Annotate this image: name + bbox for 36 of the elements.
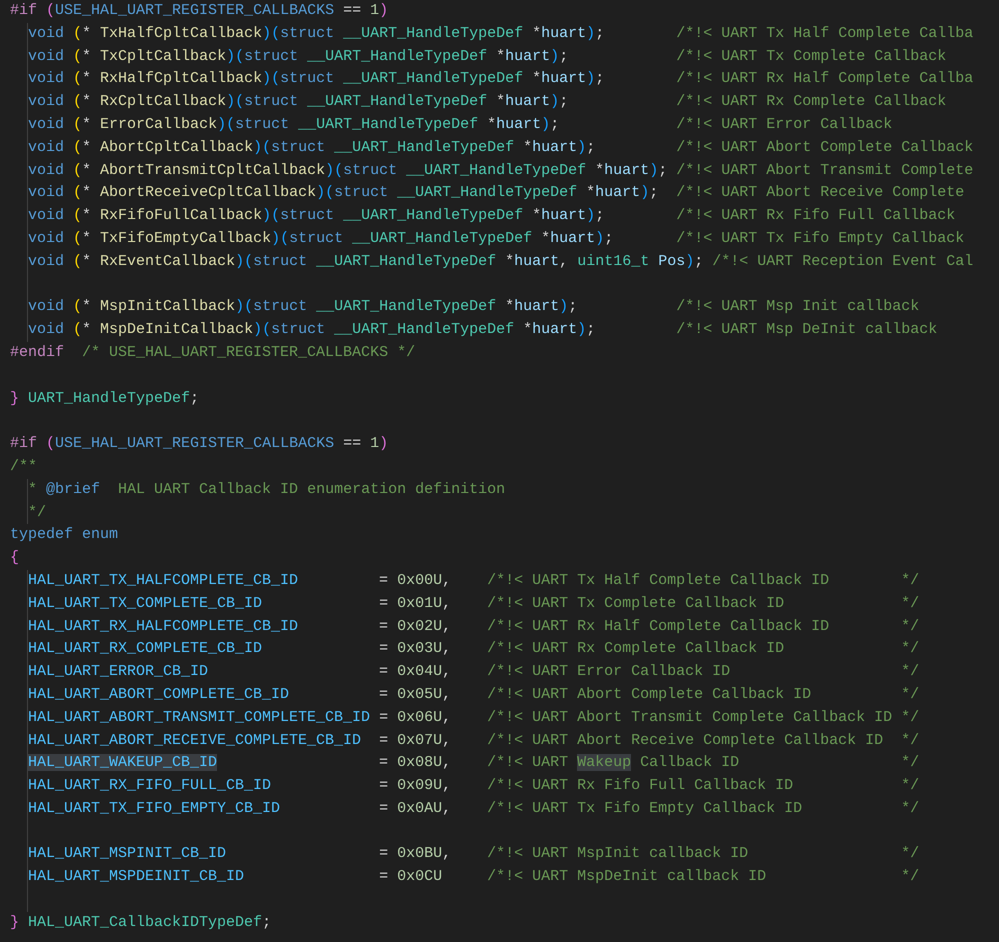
code-line: HAL_UART_TX_HALFCOMPLETE_CB_ID = 0x00U, /*!< UART Tx Half Complete Callback ID */ xyxy=(28,570,920,591)
code-line: void (* TxCpltCallback)(struct __UART_HandleTypeDef *huart); /*!< UART Tx Complete Callback xyxy=(28,46,946,67)
code-line: #if (USE_HAL_UART_REGISTER_CALLBACKS == 1) xyxy=(10,434,388,454)
code-line: void (* RxFifoFullCallback)(struct __UART_HandleTypeDef *huart); /*!< UART Rx Fifo Full Callback xyxy=(28,206,956,226)
code-line: void (* TxFifoEmptyCallback)(struct __UART_HandleTypeDef *huart); /*!< UART Tx Fifo Empty Callback xyxy=(28,228,964,249)
code-line: HAL_UART_MSPDEINIT_CB_ID = 0x0CU /*!< UART MspDeInit callback ID */ xyxy=(28,867,920,888)
code-line: void (* MspDeInitCallback)(struct __UART_HandleTypeDef *huart); /*!< UART Msp DeInit callback xyxy=(28,320,938,340)
code-line: HAL_UART_RX_FIFO_FULL_CB_ID = 0x09U, /*!< UART Rx Fifo Full Callback ID */ xyxy=(28,776,920,796)
code-line: void (* RxEventCallback)(struct __UART_HandleTypeDef *huart, uint16_t Pos); /*!< UART Reception Event Cal xyxy=(28,252,974,272)
code-line: HAL_UART_RX_COMPLETE_CB_ID = 0x03U, /*!< UART Rx Complete Callback ID */ xyxy=(28,639,920,660)
code-line: #endif /* USE_HAL_UART_REGISTER_CALLBACKS */ xyxy=(10,342,416,363)
code-line: void (* RxHalfCpltCallback)(struct __UART_HandleTypeDef *huart); /*!< UART Rx Half Complete Callba xyxy=(28,69,974,90)
code-line: } UART_HandleTypeDef; xyxy=(10,388,200,409)
code-line: void (* MspInitCallback)(struct __UART_HandleTypeDef *huart); /*!< UART Msp Init callback xyxy=(28,297,920,318)
code-line: * @brief HAL UART Callback ID enumeration definition xyxy=(28,480,506,500)
code-line: void (* AbortReceiveCpltCallback)(struct __UART_HandleTypeDef *huart); /*!< UART Abort Receive Complete xyxy=(28,183,964,204)
code-line: HAL_UART_RX_HALFCOMPLETE_CB_ID = 0x02U, /*!< UART Rx Half Complete Callback ID */ xyxy=(28,616,920,637)
code-line: HAL_UART_ABORT_COMPLETE_CB_ID = 0x05U, /*!< UART Abort Complete Callback ID */ xyxy=(28,684,920,705)
code-line: } HAL_UART_CallbackIDTypeDef; xyxy=(10,912,272,933)
code-line: HAL_UART_TX_FIFO_EMPTY_CB_ID = 0x0AU, /*!< UART Tx Fifo Empty Callback ID */ xyxy=(28,798,920,819)
code-line: HAL_UART_MSPINIT_CB_ID = 0x0BU, /*!< UART MspInit callback ID */ xyxy=(28,844,920,864)
code-line: HAL_UART_ABORT_TRANSMIT_COMPLETE_CB_ID = 0x06U, /*!< UART Abort Transmit Complete Callback ID */ xyxy=(28,708,920,728)
code-line: void (* AbortCpltCallback)(struct __UART_HandleTypeDef *huart); /*!< UART Abort Complete Callback xyxy=(28,138,974,158)
code-line: { xyxy=(10,548,20,568)
code-line: */ xyxy=(28,502,46,523)
code-line: HAL_UART_ABORT_RECEIVE_COMPLETE_CB_ID = 0x07U, /*!< UART Abort Receive Complete Callback ID */ xyxy=(28,730,920,750)
code-line: typedef enum xyxy=(10,525,118,546)
code-line: #if (USE_HAL_UART_REGISTER_CALLBACKS == 1) xyxy=(10,1,388,21)
code-line: /** xyxy=(10,456,38,477)
code-line: HAL_UART_ERROR_CB_ID = 0x04U, /*!< UART Error Callback ID */ xyxy=(28,662,920,682)
code-line: void (* RxCpltCallback)(struct __UART_HandleTypeDef *huart); /*!< UART Rx Complete Callback xyxy=(28,92,946,112)
code-line: void (* ErrorCallback)(struct __UART_HandleTypeDef *huart); /*!< UART Error Callback xyxy=(28,114,892,135)
code-line: void (* AbortTransmitCpltCallback)(struct __UART_HandleTypeDef *huart); /*!< UART Abort Transmit Complete xyxy=(28,160,974,181)
code-line: HAL_UART_TX_COMPLETE_CB_ID = 0x01U, /*!< UART Tx Complete Callback ID */ xyxy=(28,594,920,614)
code-line: HAL_UART_WAKEUP_CB_ID = 0x08U, /*!< UART Wakeup Callback ID */ xyxy=(28,753,920,774)
code-line: void (* TxHalfCpltCallback)(struct __UART_HandleTypeDef *huart); /*!< UART Tx Half Complete Callba xyxy=(28,24,974,44)
